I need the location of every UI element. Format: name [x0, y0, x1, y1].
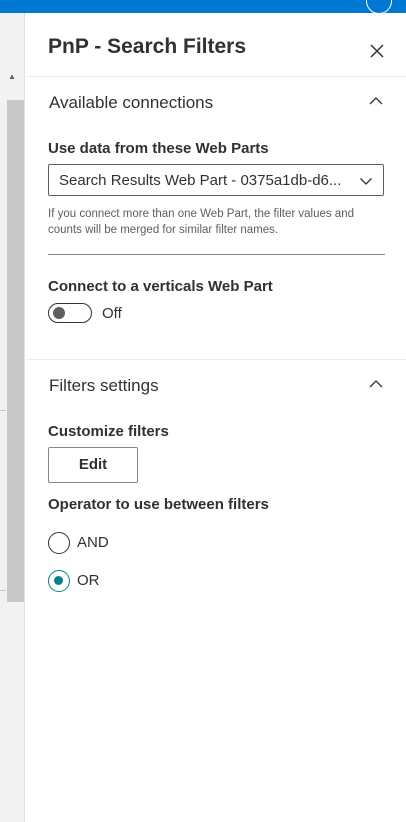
radio-circle[interactable]: [48, 532, 70, 554]
verticals-toggle[interactable]: [48, 303, 92, 323]
avatar[interactable]: [366, 0, 392, 14]
chevron-up-icon: [369, 97, 383, 105]
divider: [26, 76, 406, 77]
scrollbar-thumb[interactable]: [7, 100, 24, 602]
collapse-button[interactable]: [368, 93, 384, 109]
chevron-down-icon: [360, 178, 372, 185]
top-bar: [0, 0, 406, 14]
customize-filters-label: Customize filters: [48, 423, 169, 440]
dropdown-value: Search Results Web Part - 0375a1db-d6...: [59, 172, 342, 189]
verticals-label: Connect to a verticals Web Part: [48, 278, 273, 295]
divider: [48, 254, 385, 255]
section-title-filters-settings[interactable]: Filters settings: [49, 376, 159, 396]
radio-dot: [54, 576, 63, 585]
scroll-up-arrow-icon[interactable]: ▲: [8, 72, 16, 81]
edit-button[interactable]: Edit: [48, 447, 138, 483]
webpart-dropdown[interactable]: Search Results Web Part - 0375a1db-d6...: [48, 164, 384, 196]
radio-circle-checked[interactable]: [48, 570, 70, 592]
divider: [0, 590, 6, 591]
operator-label: Operator to use between filters: [48, 496, 269, 513]
panel-border: [24, 13, 25, 822]
help-text: If you connect more than one Web Part, t…: [48, 208, 354, 236]
section-title-available-connections[interactable]: Available connections: [49, 93, 213, 113]
toggle-knob: [53, 307, 65, 319]
use-data-label: Use data from these Web Parts: [48, 140, 269, 157]
close-icon: [370, 44, 384, 58]
toggle-state-text: Off: [102, 305, 122, 322]
collapse-button[interactable]: [368, 376, 384, 392]
chevron-up-icon: [369, 380, 383, 388]
divider: [0, 410, 6, 411]
panel-title: PnP - Search Filters: [48, 35, 247, 58]
close-button[interactable]: [366, 40, 388, 62]
radio-label: AND: [77, 534, 109, 551]
property-pane: PnP - Search Filters Available connectio…: [26, 13, 406, 822]
divider: [26, 359, 406, 360]
radio-label: OR: [77, 572, 100, 589]
page-canvas-strip: ▲: [0, 13, 25, 822]
